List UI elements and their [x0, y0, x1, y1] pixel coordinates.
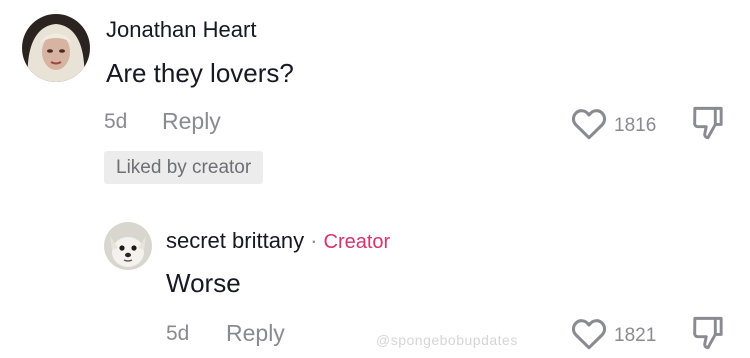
creator-tag: Creator	[323, 231, 391, 253]
comment-timestamp: 5d	[104, 110, 128, 133]
like-button[interactable]: 1821	[570, 316, 656, 355]
comment-text: Are they lovers?	[106, 58, 294, 88]
avatar[interactable]	[104, 222, 152, 270]
reply-button[interactable]: Reply	[162, 108, 221, 135]
heart-icon	[570, 316, 608, 355]
reply-button[interactable]: Reply	[226, 320, 285, 347]
thumbs-down-icon[interactable]	[690, 104, 726, 147]
reply-username[interactable]: secret brittany	[166, 228, 304, 254]
watermark: @spongebobupdates	[376, 332, 518, 348]
like-button[interactable]: 1816	[570, 106, 656, 145]
like-count: 1816	[614, 114, 657, 136]
separator-dot: ·	[310, 228, 318, 253]
thumbs-down-icon[interactable]	[690, 314, 726, 357]
avatar[interactable]	[22, 14, 90, 82]
reply-timestamp: 5d	[166, 322, 190, 345]
heart-icon	[570, 106, 608, 145]
like-count: 1821	[614, 324, 657, 346]
comment-username[interactable]: Jonathan Heart	[106, 17, 256, 43]
liked-by-creator-badge: Liked by creator	[104, 151, 264, 184]
reply-header: secret brittany · Creator	[166, 228, 390, 254]
reply-text: Worse	[166, 268, 241, 298]
